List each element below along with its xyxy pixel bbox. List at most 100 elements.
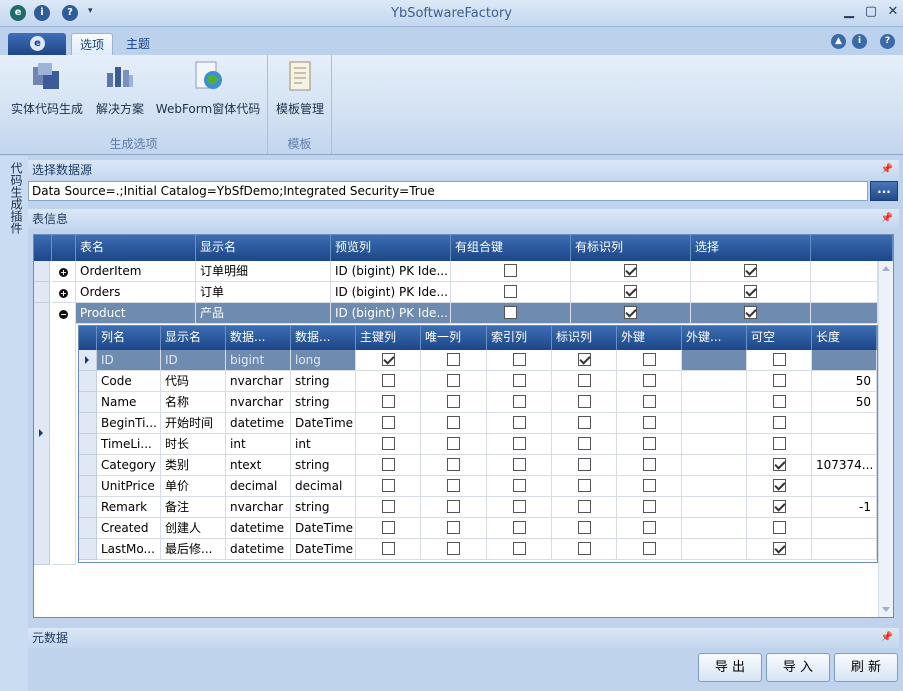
checkbox[interactable] bbox=[642, 353, 656, 366]
entity-code-button[interactable]: 实体代码生成 bbox=[8, 59, 86, 117]
collapse-icon[interactable]: − bbox=[52, 303, 76, 565]
length-cell[interactable] bbox=[812, 350, 877, 371]
checkbox[interactable] bbox=[447, 500, 460, 513]
column-dbtype-cell[interactable]: decimal bbox=[226, 476, 291, 497]
checkbox[interactable] bbox=[642, 521, 656, 534]
column-dbtype-cell[interactable]: nvarchar bbox=[226, 392, 291, 413]
checkbox[interactable] bbox=[381, 458, 395, 471]
column-type-cell[interactable]: int bbox=[291, 434, 356, 455]
identity-column-checkbox[interactable] bbox=[552, 455, 617, 476]
identity-column-checkbox[interactable] bbox=[552, 497, 617, 518]
checkbox[interactable] bbox=[744, 306, 757, 319]
detail-row-indicator[interactable] bbox=[79, 413, 97, 434]
detail-row-indicator[interactable] bbox=[79, 476, 97, 497]
nullable-checkbox[interactable] bbox=[747, 392, 812, 413]
unique-checkbox[interactable] bbox=[421, 455, 487, 476]
column-type-cell[interactable]: long bbox=[291, 350, 356, 371]
identity-column-checkbox[interactable] bbox=[552, 518, 617, 539]
detail-header-display-name[interactable]: 显示名 bbox=[161, 326, 226, 350]
fk-table-cell[interactable] bbox=[682, 350, 747, 371]
minimize-button[interactable]: ▁ bbox=[840, 3, 858, 21]
column-type-cell[interactable]: string bbox=[291, 455, 356, 476]
checkbox[interactable] bbox=[447, 542, 460, 555]
column-dbtype-cell[interactable]: ntext bbox=[226, 455, 291, 476]
scroll-up-icon[interactable] bbox=[882, 266, 890, 271]
fk-table-cell[interactable] bbox=[682, 518, 747, 539]
column-name-cell[interactable]: Remark bbox=[97, 497, 161, 518]
nullable-checkbox[interactable] bbox=[747, 497, 812, 518]
datasource-input[interactable]: Data Source=.;Initial Catalog=YbSfDemo;I… bbox=[28, 181, 868, 201]
checkbox[interactable] bbox=[577, 395, 591, 408]
checkbox[interactable] bbox=[447, 416, 460, 429]
fk-table-cell[interactable] bbox=[682, 371, 747, 392]
checkbox[interactable] bbox=[624, 306, 637, 319]
help-tab-icon[interactable]: ? bbox=[880, 34, 895, 49]
column-display-cell[interactable]: 代码 bbox=[161, 371, 226, 392]
column-display-cell[interactable]: 创建人 bbox=[161, 518, 226, 539]
primary-key-checkbox[interactable] bbox=[356, 350, 421, 371]
nullable-checkbox[interactable] bbox=[747, 434, 812, 455]
detail-header-length[interactable]: 长度 bbox=[812, 326, 877, 350]
unique-checkbox[interactable] bbox=[421, 518, 487, 539]
column-header-select[interactable]: 选择 bbox=[691, 235, 811, 261]
checkbox[interactable] bbox=[577, 353, 591, 366]
column-dbtype-cell[interactable]: nvarchar bbox=[226, 497, 291, 518]
column-name-cell[interactable]: TimeLi... bbox=[97, 434, 161, 455]
tab-options[interactable]: 选项 bbox=[71, 33, 114, 55]
checkbox[interactable] bbox=[512, 395, 526, 408]
index-checkbox[interactable] bbox=[487, 392, 552, 413]
checkbox[interactable] bbox=[642, 500, 656, 513]
identity-checkbox[interactable] bbox=[571, 282, 691, 303]
column-name-cell[interactable]: UnitPrice bbox=[97, 476, 161, 497]
checkbox[interactable] bbox=[381, 437, 395, 450]
detail-header-data-type[interactable]: 数据... bbox=[291, 326, 356, 350]
checkbox[interactable] bbox=[642, 437, 656, 450]
vertical-scrollbar[interactable] bbox=[878, 261, 893, 617]
column-display-cell[interactable]: 单价 bbox=[161, 476, 226, 497]
index-checkbox[interactable] bbox=[487, 518, 552, 539]
column-name-cell[interactable]: Category bbox=[97, 455, 161, 476]
row-indicator[interactable] bbox=[34, 261, 50, 282]
identity-column-checkbox[interactable] bbox=[552, 350, 617, 371]
detail-row-indicator[interactable] bbox=[79, 392, 97, 413]
column-header-composite-key[interactable]: 有组合键 bbox=[451, 235, 571, 261]
checkbox[interactable] bbox=[577, 521, 591, 534]
nullable-checkbox[interactable] bbox=[747, 476, 812, 497]
checkbox[interactable] bbox=[772, 521, 786, 534]
index-checkbox[interactable] bbox=[487, 350, 552, 371]
checkbox[interactable] bbox=[772, 500, 786, 513]
checkbox[interactable] bbox=[512, 500, 526, 513]
column-display-cell[interactable]: 名称 bbox=[161, 392, 226, 413]
checkbox[interactable] bbox=[512, 458, 526, 471]
checkbox[interactable] bbox=[744, 285, 757, 298]
nullable-checkbox[interactable] bbox=[747, 350, 812, 371]
column-name-cell[interactable]: BeginTi... bbox=[97, 413, 161, 434]
checkbox[interactable] bbox=[624, 285, 637, 298]
checkbox[interactable] bbox=[772, 479, 786, 492]
length-cell[interactable]: 50 bbox=[812, 371, 877, 392]
index-checkbox[interactable] bbox=[487, 371, 552, 392]
checkbox[interactable] bbox=[512, 542, 526, 555]
checkbox[interactable] bbox=[772, 395, 786, 408]
index-checkbox[interactable] bbox=[487, 413, 552, 434]
fk-table-cell[interactable] bbox=[682, 413, 747, 434]
column-name-cell[interactable]: Code bbox=[97, 371, 161, 392]
checkbox[interactable] bbox=[577, 458, 591, 471]
checkbox[interactable] bbox=[577, 479, 591, 492]
composite-key-checkbox[interactable] bbox=[451, 261, 571, 282]
close-button[interactable]: ✕ bbox=[884, 3, 902, 21]
foreign-key-checkbox[interactable] bbox=[617, 413, 682, 434]
checkbox[interactable] bbox=[577, 500, 591, 513]
detail-header-column-name[interactable]: 列名 bbox=[97, 326, 161, 350]
side-panel-tab[interactable]: 代码生成插件 bbox=[0, 156, 28, 691]
primary-key-checkbox[interactable] bbox=[356, 455, 421, 476]
checkbox[interactable] bbox=[447, 395, 460, 408]
scroll-down-icon[interactable] bbox=[882, 607, 890, 612]
checkbox[interactable] bbox=[512, 416, 526, 429]
detail-header-fk-table[interactable]: 外键... bbox=[682, 326, 747, 350]
solution-button[interactable]: 解决方案 bbox=[92, 59, 148, 117]
column-type-cell[interactable]: DateTime bbox=[291, 518, 356, 539]
webform-code-button[interactable]: WebForm窗体代码 bbox=[154, 59, 262, 117]
table-display-cell[interactable]: 订单明细 bbox=[196, 261, 331, 282]
table-preview-cell[interactable]: ID (bigint) PK Ide... bbox=[331, 282, 451, 303]
